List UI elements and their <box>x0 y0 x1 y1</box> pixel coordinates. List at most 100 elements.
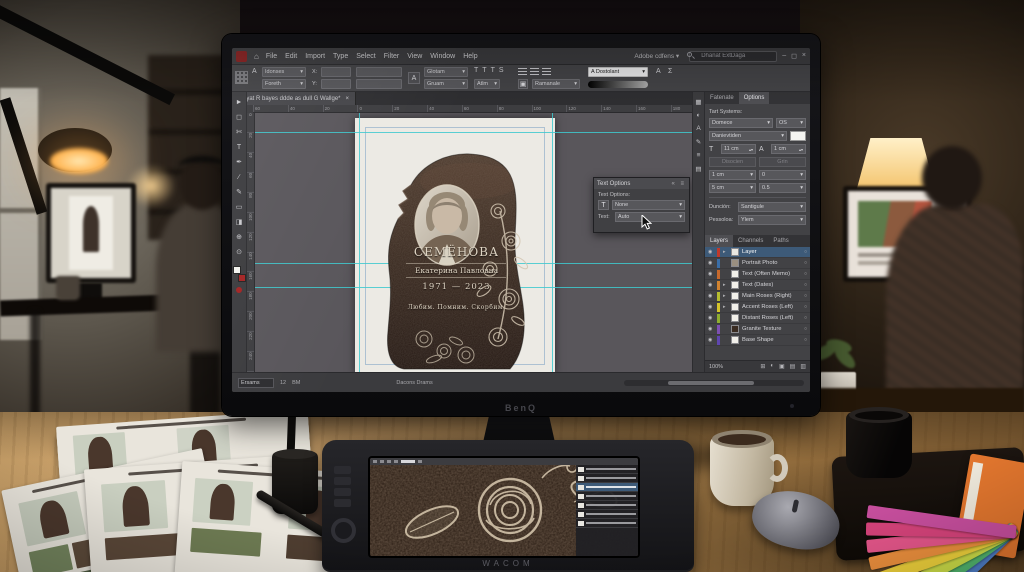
restore-button[interactable]: ◻ <box>791 52 797 60</box>
canvas-area[interactable]: СЕМЁНОВА Екатерина Павловна 1971 — 2023 … <box>255 113 692 372</box>
anchor-icon[interactable]: A <box>408 72 420 84</box>
foreground-color-swatch[interactable] <box>233 266 241 274</box>
mode-select-2[interactable]: Gruam▾ <box>424 79 468 89</box>
new-layer-icon[interactable]: ▤ <box>790 363 796 370</box>
expand-arrow-icon[interactable]: ▸ <box>723 304 728 310</box>
tombstone-design[interactable]: СЕМЁНОВА Екатерина Павловна 1971 — 2023 … <box>378 141 535 372</box>
char-panel-icon[interactable]: A <box>656 67 661 77</box>
disabled-button-1[interactable]: Disocien <box>709 157 756 167</box>
menu-item[interactable]: Help <box>463 53 477 60</box>
layer-name[interactable]: Layer <box>742 249 801 255</box>
font-variant-select[interactable]: Danievtiden▾ <box>709 131 787 141</box>
visibility-eye-icon[interactable]: ◉ <box>708 282 714 288</box>
delete-layer-icon[interactable]: ▥ <box>800 363 806 370</box>
font-size-field[interactable]: 11 cm▴▾ <box>721 144 756 154</box>
mode-select[interactable]: Glotam▾ <box>424 67 468 77</box>
layer-row[interactable]: ◉ ▸ Base Shape ○ <box>705 335 810 346</box>
zoom-tool[interactable]: ⊙ <box>233 245 246 260</box>
function-select[interactable]: Santigule▾ <box>738 202 806 212</box>
lasso-tool[interactable]: ✄ <box>233 125 246 140</box>
layer-thumbnail[interactable] <box>731 336 739 344</box>
layer-thumbnail[interactable] <box>731 292 739 300</box>
visibility-eye-icon[interactable]: ◉ <box>708 260 714 266</box>
brush-tool[interactable]: ✎ <box>233 185 246 200</box>
layer-row[interactable]: ◉ ▸ Portrait Photo ○ <box>705 258 810 269</box>
visibility-eye-icon[interactable]: ◉ <box>708 304 714 310</box>
guide-vertical[interactable] <box>359 113 360 372</box>
paragraph-select[interactable]: Ramanale▾ <box>532 79 580 89</box>
search-input[interactable] <box>689 51 777 62</box>
layer-thumbnail[interactable] <box>731 314 739 322</box>
document-tab[interactable]: Mayat R bayes ddde as dull G Wallge* × <box>232 92 356 105</box>
visibility-eye-icon[interactable]: ◉ <box>708 293 714 299</box>
workspace-switcher[interactable]: Adobe cdfens ▾ <box>634 52 679 60</box>
menu-item[interactable]: Import <box>305 53 325 60</box>
close-button[interactable]: × <box>802 52 806 60</box>
paragraph-icon[interactable]: ≡ <box>697 152 701 159</box>
zoom-field[interactable]: Ersams <box>238 378 274 388</box>
layer-row[interactable]: ◉ ▸ Layer ○ <box>705 247 810 258</box>
close-tab-icon[interactable]: × <box>346 96 350 102</box>
align-right-icon[interactable] <box>542 68 551 76</box>
baseline-field[interactable]: 0▾ <box>759 170 806 180</box>
background-color-swatch[interactable] <box>238 274 246 282</box>
visibility-eye-icon[interactable]: ◉ <box>708 326 714 332</box>
font-family-select[interactable]: Domece▾ <box>709 118 773 128</box>
leading-field[interactable]: 1 cm▴▾ <box>771 144 806 154</box>
type-style-icon[interactable]: T <box>482 66 486 76</box>
horizontal-scrollbar[interactable] <box>624 380 804 386</box>
align-center-icon[interactable] <box>530 68 539 76</box>
collapse-icon[interactable]: « <box>671 181 676 187</box>
type-tool[interactable]: T <box>233 140 246 155</box>
grid-icon[interactable] <box>235 71 248 84</box>
layer-fx-icon[interactable]: ○ <box>804 260 807 266</box>
layer-thumbnail[interactable] <box>731 303 739 311</box>
disabled-button-2[interactable]: Grin <box>759 157 806 167</box>
tab-channels[interactable]: Channels <box>733 235 768 247</box>
layer-fx-icon[interactable]: ○ <box>804 337 807 343</box>
menu-item[interactable]: Window <box>430 53 455 60</box>
layer-fx-icon[interactable]: ○ <box>804 326 807 332</box>
frame-icon[interactable]: ▣ <box>518 79 528 89</box>
visibility-eye-icon[interactable]: ◉ <box>708 337 714 343</box>
layer-fx-icon[interactable]: ○ <box>804 271 807 277</box>
layer-row[interactable]: ◉ ▸ Accent Roses (Left) ○ <box>705 302 810 313</box>
menu-item[interactable]: Edit <box>285 53 297 60</box>
layer-thumbnail[interactable] <box>731 281 739 289</box>
menu-item[interactable]: View <box>407 53 422 60</box>
style-dropdown[interactable]: None▾ <box>612 200 685 210</box>
visibility-eye-icon[interactable]: ◉ <box>708 249 714 255</box>
visibility-eye-icon[interactable]: ◉ <box>708 315 714 321</box>
x-field[interactable] <box>321 67 351 77</box>
tab-paths[interactable]: Paths <box>768 235 793 247</box>
layer-row[interactable]: ◉ ▸ Distant Roses (Left) ○ <box>705 313 810 324</box>
font-select[interactable]: A Dostolant▾ <box>588 67 648 77</box>
layer-row[interactable]: ◉ ▸ Granite Texture ○ <box>705 324 810 335</box>
indent-field[interactable]: 5 cm▾ <box>709 183 756 193</box>
layer-fx-icon[interactable]: ○ <box>804 293 807 299</box>
layer-row[interactable]: ◉ ▸ Main Roses (Right) ○ <box>705 291 810 302</box>
tab-fatenate[interactable]: Fatenate <box>705 92 739 104</box>
layer-row[interactable]: ◉ ▸ Text (Often Memo) ○ <box>705 269 810 280</box>
layer-fx-icon[interactable]: ○ <box>804 282 807 288</box>
layer-thumbnail[interactable] <box>731 248 739 256</box>
guide-horizontal[interactable] <box>255 132 692 133</box>
layer-name[interactable]: Main Roses (Right) <box>742 293 801 299</box>
sigma-icon[interactable]: Σ <box>668 67 672 77</box>
type-style-icon[interactable]: T <box>491 66 495 76</box>
layer-thumbnail[interactable] <box>731 270 739 278</box>
guide-vertical[interactable] <box>552 113 553 372</box>
layer-fx-icon[interactable]: ○ <box>804 315 807 321</box>
layer-name[interactable]: Accent Roses (Left) <box>742 304 801 310</box>
layer-row[interactable]: ◉ ▸ Text (Dates) ○ <box>705 280 810 291</box>
tracking-field[interactable]: 1 cm▾ <box>709 170 756 180</box>
menu-item[interactable]: Select <box>356 53 375 60</box>
layer-thumbnail[interactable] <box>731 259 739 267</box>
brushes-icon[interactable]: ✎ <box>696 138 701 146</box>
expand-arrow-icon[interactable]: ▸ <box>723 249 728 255</box>
layer-fx-icon[interactable]: ○ <box>804 249 807 255</box>
layer-name[interactable]: Text (Often Memo) <box>742 271 801 277</box>
font-style-select[interactable]: OS▾ <box>776 118 806 128</box>
stroke-preview[interactable] <box>588 81 648 88</box>
home-icon[interactable]: ⌂ <box>254 52 259 61</box>
